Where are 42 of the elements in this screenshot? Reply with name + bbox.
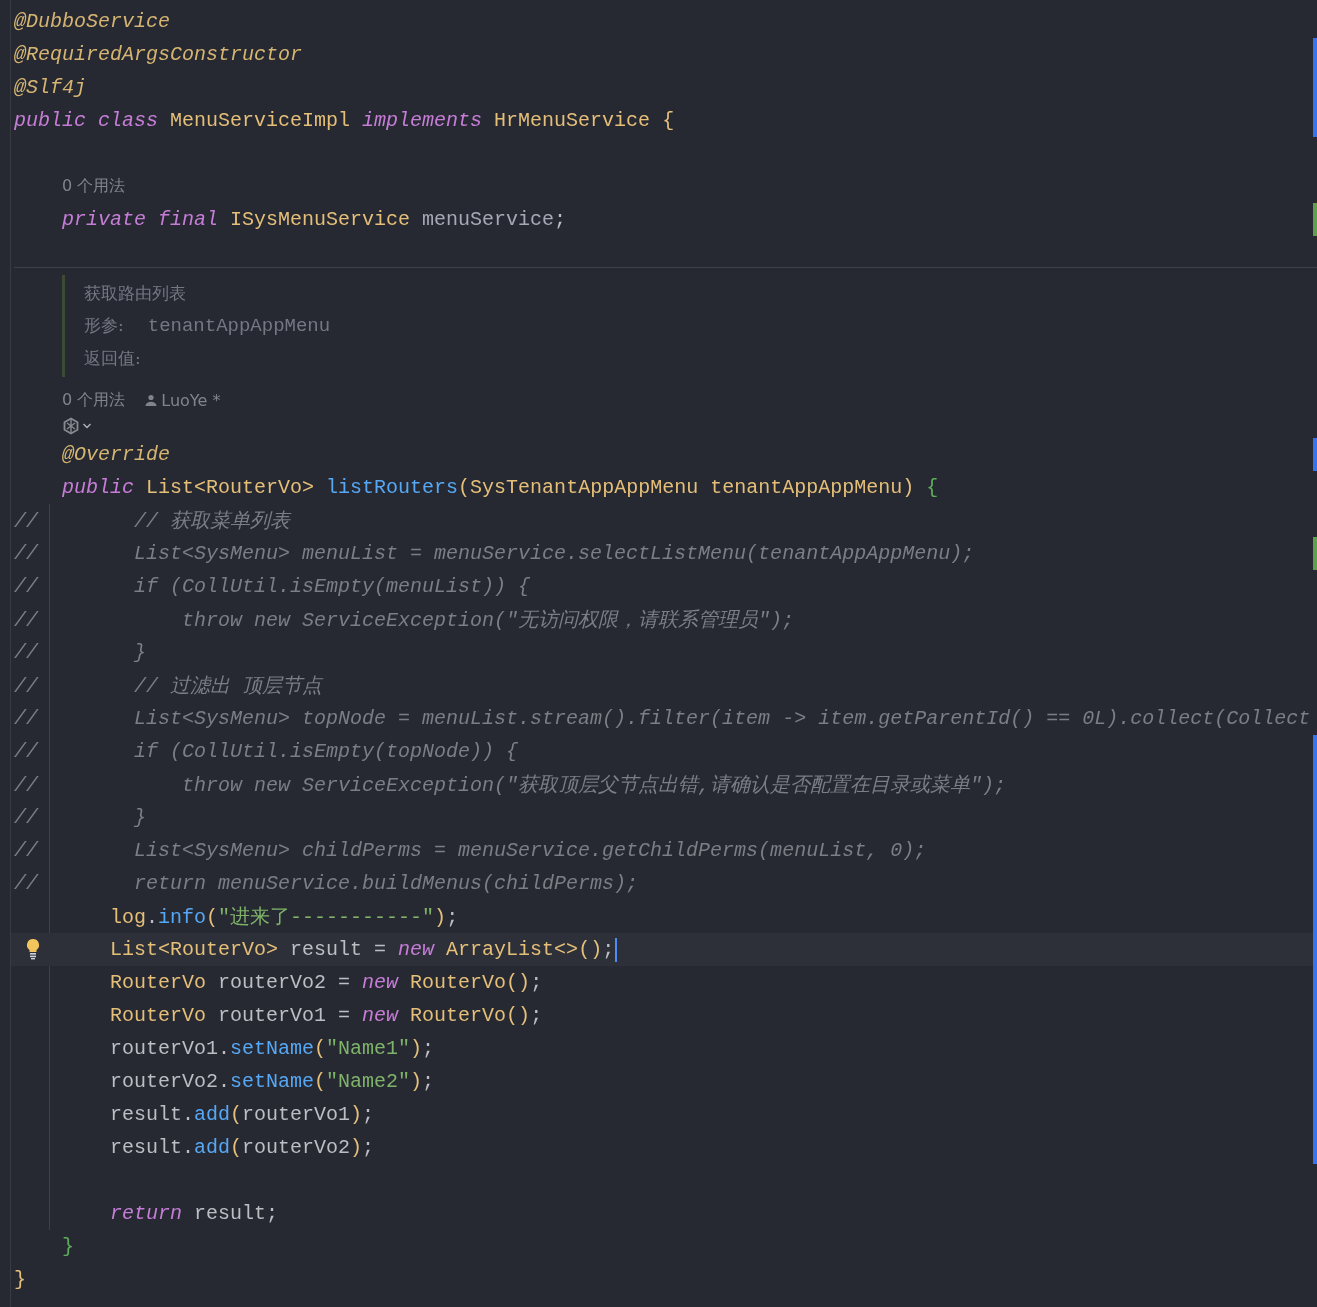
code-line: // // 过滤出 顶层节点	[14, 674, 323, 699]
doc-param: tenantAppAppMenu	[147, 315, 331, 338]
code-line: public class MenuServiceImpl implements HrMenuService {	[14, 109, 675, 132]
code-line: private final ISysMenuService menuService;	[62, 208, 567, 231]
code-line: // throw new ServiceException("无访问权限，请联系管理员");	[14, 608, 795, 633]
lightbulb-icon[interactable]	[25, 938, 41, 960]
usage-hint[interactable]: 0 个用法	[62, 389, 126, 411]
code-line: // if (CollUtil.isEmpty(menuList)) {	[14, 575, 531, 598]
code-line: routerVo2.setName("Name2");	[110, 1070, 435, 1093]
code-line: // return menuService.buildMenus(childPerms);	[14, 872, 639, 895]
code-line: @RequiredArgsConstructor	[14, 43, 303, 66]
code-line: result.add(routerVo1);	[110, 1103, 375, 1126]
author-hint[interactable]: LuoYe *	[161, 390, 221, 410]
doc-label: 形参:	[84, 314, 124, 338]
code-line: @Slf4j	[14, 76, 86, 99]
doc-label: 返回值:	[84, 347, 142, 371]
code-line: }	[14, 1268, 26, 1291]
chevron-down-icon[interactable]	[82, 422, 92, 430]
code-line: // List<SysMenu> childPerms = menuService.getChildPerms(menuList, 0);	[14, 839, 927, 862]
code-line: RouterVo routerVo2 = new RouterVo();	[110, 971, 543, 994]
code-line: // // 获取菜单列表	[14, 509, 291, 534]
code-line: // List<SysMenu> menuList = menuService.selectListMenu(tenantAppAppMenu);	[14, 542, 975, 565]
code-line: }	[62, 1235, 75, 1258]
code-line: // if (CollUtil.isEmpty(topNode)) {	[14, 740, 519, 763]
usage-hint[interactable]: 0 个用法	[11, 176, 126, 197]
code-line: // }	[14, 641, 147, 664]
code-line: log.info("进来了-----------");	[110, 905, 459, 930]
code-line: result.add(routerVo2);	[110, 1136, 375, 1159]
code-line: List<RouterVo> result = new ArrayList<>();	[110, 938, 615, 961]
code-line: return result;	[110, 1202, 279, 1225]
text-cursor	[615, 937, 618, 962]
code-line: RouterVo routerVo1 = new RouterVo();	[110, 1004, 543, 1027]
code-line: // }	[14, 806, 147, 829]
code-line: @Override	[62, 443, 171, 466]
person-icon	[145, 394, 158, 406]
code-line: // throw new ServiceException("获取顶层父节点出错,请确认是否配置在目录或菜单");	[14, 773, 1007, 798]
code-line: @DubboService	[14, 10, 171, 33]
hexagon-icon[interactable]	[62, 417, 80, 435]
code-line: routerVo1.setName("Name1");	[110, 1037, 435, 1060]
code-line: // List<SysMenu> topNode = menuList.stream().filter(item -> item.getParentId() == 0L).collect(Collect	[14, 707, 1311, 730]
doc-summary: 获取路由列表	[84, 281, 187, 305]
code-line: public List<RouterVo> listRouters(SysTenantAppAppMenu tenantAppAppMenu) {	[62, 476, 939, 499]
